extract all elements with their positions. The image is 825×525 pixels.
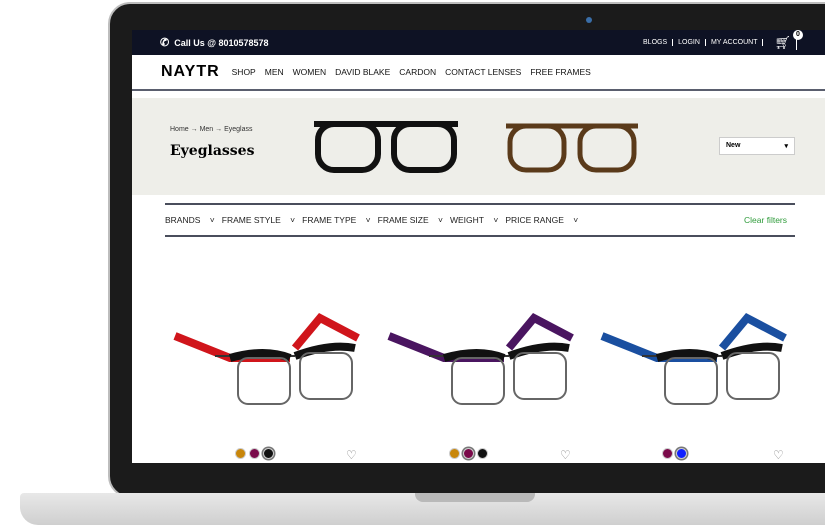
nav-shop[interactable]: SHOP	[232, 67, 256, 77]
color-swatches	[235, 448, 274, 459]
breadcrumb-home[interactable]: Home	[170, 126, 189, 133]
website-screen: ✆ Call Us @ 8010578578 BLOGS LOGIN MY AC…	[132, 30, 825, 463]
product-card-image[interactable]	[384, 298, 584, 418]
breadcrumb: Home → Men → Eyeglass	[170, 126, 253, 133]
blogs-link[interactable]: BLOGS	[638, 39, 674, 46]
whatsapp-icon: ✆	[160, 37, 170, 49]
filter-label: BRANDS	[165, 215, 201, 225]
filter-frame-style[interactable]: FRAME STYLE ˅	[222, 215, 295, 225]
filter-label: PRICE RANGE	[505, 215, 564, 225]
color-swatch[interactable]	[249, 448, 260, 459]
filter-label: WEIGHT	[449, 215, 484, 225]
filter-label: FRAME SIZE	[377, 215, 429, 225]
nav-david-blake[interactable]: DAVID BLAKE	[335, 67, 390, 77]
filter-weight[interactable]: WEIGHT ˅	[450, 215, 498, 225]
color-swatch[interactable]	[263, 448, 274, 459]
sort-select[interactable]: New ▾	[719, 137, 795, 155]
camera	[586, 17, 592, 23]
color-swatch[interactable]	[662, 448, 673, 459]
filter-price-range[interactable]: PRICE RANGE ˅	[505, 215, 578, 225]
color-swatch[interactable]	[676, 448, 687, 459]
filter-frame-size[interactable]: FRAME SIZE ˅	[378, 215, 443, 225]
my-account-link[interactable]: MY ACCOUNT	[706, 39, 764, 46]
hero-glasses-tortoise	[506, 123, 638, 173]
nav-women[interactable]: WOMEN	[293, 67, 327, 77]
filter-brands[interactable]: BRANDS ˅	[165, 215, 215, 225]
clear-filters-link[interactable]: Clear filters	[744, 215, 787, 225]
wishlist-heart-icon[interactable]: ♡	[560, 448, 571, 462]
cart-count: 0	[793, 30, 803, 40]
nav-free-frames[interactable]: FREE FRAMES	[530, 67, 590, 77]
breadcrumb-eyeglass: Eyeglass	[224, 126, 253, 133]
login-link[interactable]: LOGIN	[673, 39, 706, 46]
top-bar: ✆ Call Us @ 8010578578 BLOGS LOGIN MY AC…	[132, 30, 825, 55]
filter-bar: BRANDS ˅ FRAME STYLE ˅ FRAME TYPE ˅ FRAM…	[165, 203, 795, 237]
nav-men[interactable]: MEN	[265, 67, 284, 77]
main-nav: NAYTR SHOP MEN WOMEN DAVID BLAKE CARDON …	[132, 55, 825, 91]
nav-contact-lenses[interactable]: CONTACT LENSES	[445, 67, 521, 77]
logo[interactable]: NAYTR	[161, 63, 220, 81]
laptop-notch	[415, 493, 535, 502]
cart-button[interactable]: 🛒︎ 0	[769, 30, 803, 51]
color-swatch[interactable]	[463, 448, 474, 459]
color-swatches	[662, 448, 687, 459]
product-card-image[interactable]	[597, 298, 797, 418]
color-swatch[interactable]	[477, 448, 488, 459]
color-swatch[interactable]	[235, 448, 246, 459]
nav-cardon[interactable]: CARDON	[399, 67, 436, 77]
sort-value: New	[726, 142, 741, 149]
color-swatch[interactable]	[449, 448, 460, 459]
filter-label: FRAME STYLE	[221, 215, 281, 225]
caret-down-icon: ▾	[784, 143, 788, 150]
page-title: Eyeglasses	[170, 143, 255, 159]
call-us-text[interactable]: Call Us @ 8010578578	[174, 38, 268, 48]
wishlist-heart-icon[interactable]: ♡	[346, 448, 357, 462]
hero-banner: Home → Men → Eyeglass Eyeglasses New ▾	[132, 98, 825, 195]
product-card-image[interactable]	[170, 298, 370, 418]
breadcrumb-men[interactable]: Men	[200, 126, 214, 133]
color-swatches	[449, 448, 488, 459]
hero-glasses-black	[314, 121, 458, 173]
filter-frame-type[interactable]: FRAME TYPE ˅	[302, 215, 371, 225]
wishlist-heart-icon[interactable]: ♡	[773, 448, 784, 462]
filter-label: FRAME TYPE	[302, 215, 357, 225]
